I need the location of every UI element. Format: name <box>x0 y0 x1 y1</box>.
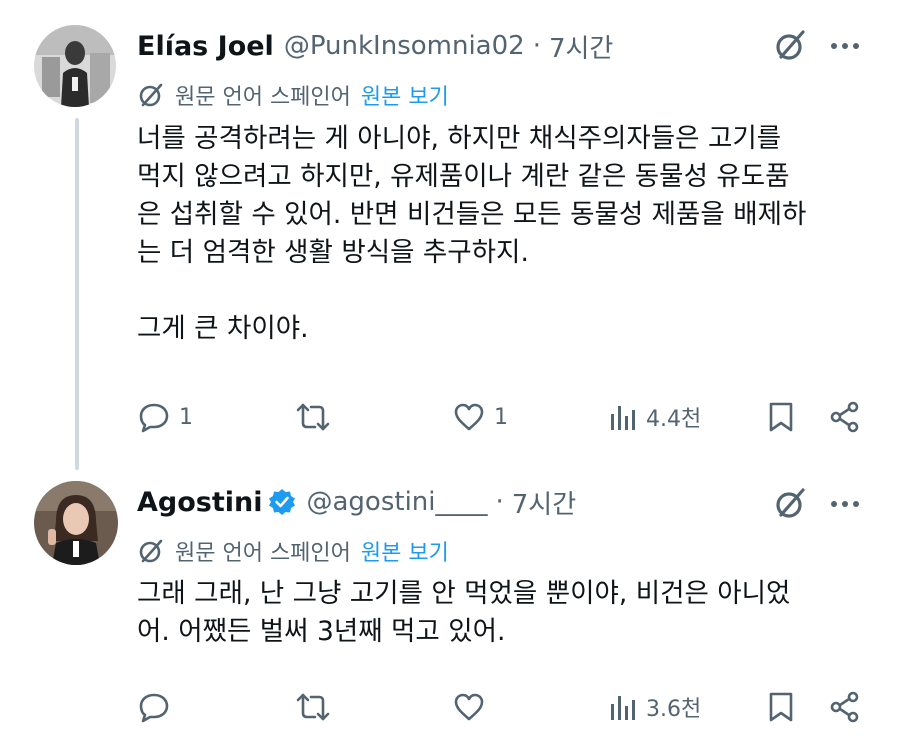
tweet[interactable]: Elías Joel @PunkInsomnia02 · 7시간 원문 언어 스… <box>0 0 900 470</box>
share-icon <box>828 400 862 434</box>
bookmark-icon <box>766 400 796 434</box>
verified-badge-icon <box>268 488 296 516</box>
user-handle[interactable]: @agostini____ <box>306 487 487 517</box>
display-name[interactable]: Agostini <box>137 487 262 518</box>
like-count: 1 <box>494 404 508 430</box>
show-original-link[interactable]: 원본 보기 <box>361 535 449 567</box>
user-handle[interactable]: @PunkInsomnia02 <box>284 31 525 61</box>
tweet-text-line: 은 섭취할 수 있어. 반면 비건들은 모든 동물성 제품을 배제하 <box>137 199 807 230</box>
share-icon <box>828 690 862 724</box>
views-icon <box>608 690 638 724</box>
retweet-button[interactable] <box>295 685 339 729</box>
share-button[interactable] <box>828 395 862 439</box>
reply-count: 1 <box>179 404 193 430</box>
translated-from-label: 원문 언어 스페인어 <box>175 85 351 110</box>
timestamp[interactable]: 7시간 <box>549 28 613 65</box>
avatar[interactable] <box>34 481 118 565</box>
action-bar: 1 1 4.4천 <box>0 395 900 439</box>
tweet-text-line: 그래 그래, 난 그냥 고기를 안 먹었을 뿐이야, 비건은 아니었 <box>137 578 791 609</box>
tweet-text-line: 그게 큰 차이야. <box>137 313 309 344</box>
show-original-link[interactable]: 원본 보기 <box>361 79 449 111</box>
tweet[interactable]: Agostini @agostini____ · 7시간 원문 언어 스페인어 … <box>0 470 900 751</box>
retweet-button[interactable] <box>295 395 339 439</box>
tweet-text-line: 먹지 않으려고 하지만, 유제품이나 계란 같은 동물성 유도품 <box>137 161 790 192</box>
grok-icon[interactable] <box>772 486 808 522</box>
share-button[interactable] <box>828 685 862 729</box>
tweet-text: 너를 공격하려는 게 아니야, 하지만 채식주의자들은 고기를 먹지 않으려고 … <box>137 120 877 348</box>
more-icon[interactable] <box>828 487 862 521</box>
tweet-text-line: 너를 공격하려는 게 아니야, 하지만 채식주의자들은 고기를 <box>137 123 782 154</box>
reply-button[interactable] <box>137 685 179 729</box>
action-bar: 3.6천 <box>0 685 900 729</box>
retweet-icon <box>295 400 331 434</box>
translate-icon <box>137 537 165 565</box>
views-button[interactable]: 4.4천 <box>608 395 701 439</box>
translated-from-label: 원문 언어 스페인어 <box>175 541 351 566</box>
timestamp[interactable]: 7시간 <box>512 484 576 521</box>
views-icon <box>608 400 638 434</box>
bookmark-button[interactable] <box>766 395 796 439</box>
reply-button[interactable]: 1 <box>137 395 193 439</box>
bookmark-icon <box>766 690 796 724</box>
separator-dot: · <box>495 487 504 517</box>
display-name[interactable]: Elías Joel <box>137 31 274 62</box>
more-icon[interactable] <box>828 29 862 63</box>
retweet-icon <box>295 690 331 724</box>
reply-icon <box>137 690 171 724</box>
views-button[interactable]: 3.6천 <box>608 685 701 729</box>
heart-icon <box>452 690 486 724</box>
heart-icon <box>452 400 486 434</box>
like-button[interactable]: 1 <box>452 395 508 439</box>
view-count: 4.4천 <box>646 407 702 432</box>
reply-icon <box>137 400 171 434</box>
bookmark-button[interactable] <box>766 685 796 729</box>
translate-icon <box>137 81 165 109</box>
view-count: 3.6천 <box>646 697 702 722</box>
like-button[interactable] <box>452 685 494 729</box>
grok-icon[interactable] <box>772 28 808 64</box>
tweet-text-line: 는 더 엄격한 생활 방식을 추구하지. <box>137 237 529 268</box>
tweet-text-line: 어. 어쨌든 벌써 3년째 먹고 있어. <box>137 616 506 647</box>
tweet-text: 그래 그래, 난 그냥 고기를 안 먹었을 뿐이야, 비건은 아니었 어. 어쨌… <box>137 575 877 651</box>
separator-dot: · <box>532 31 541 61</box>
avatar[interactable] <box>34 25 116 107</box>
